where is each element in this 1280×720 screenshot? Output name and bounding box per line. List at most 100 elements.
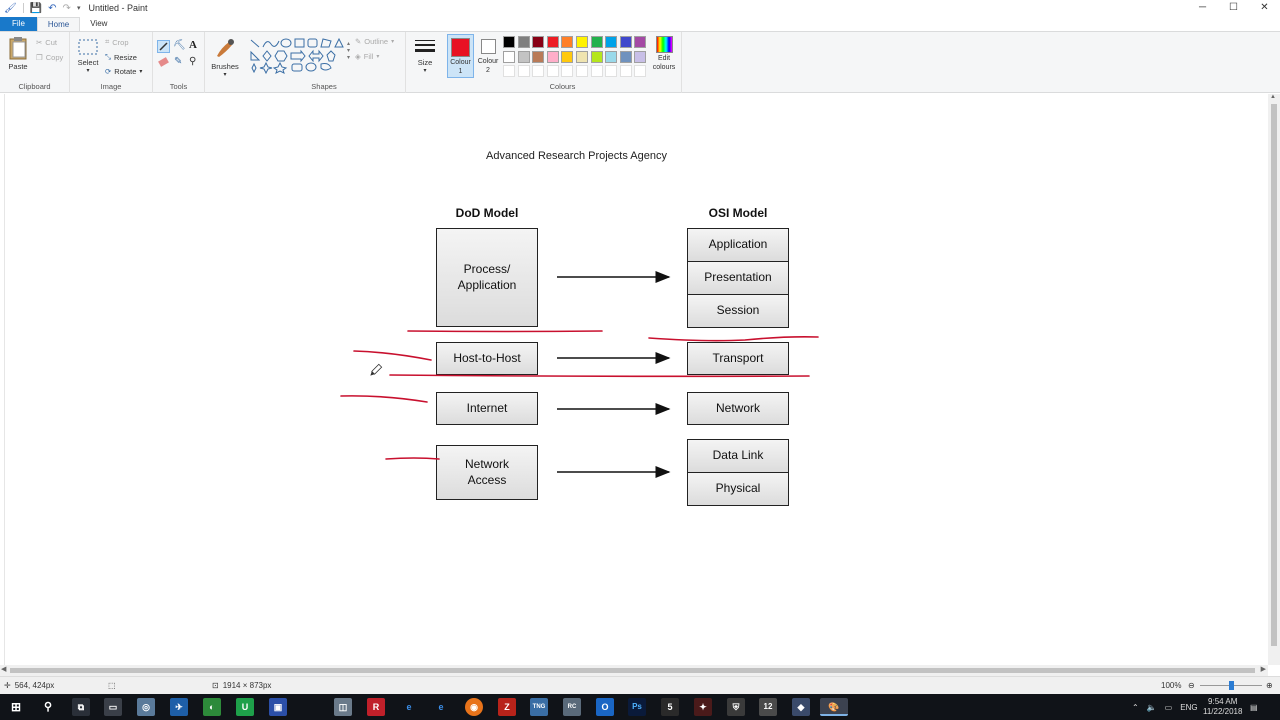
outline-button[interactable]: ✎ Outline ▾ [355, 37, 394, 46]
taskbar-app-icon[interactable]: ▭ [104, 698, 122, 716]
taskbar-app-icon[interactable]: ◐ [203, 698, 221, 716]
resize-button[interactable]: ⤡ Resize [105, 52, 137, 62]
custom-colour-slot[interactable] [619, 65, 632, 77]
clock[interactable]: 9:54 AM 11/22/2018 [1203, 694, 1242, 720]
custom-colour-slot[interactable] [576, 65, 588, 77]
network-icon[interactable]: ▭ [1165, 703, 1173, 712]
eraser-icon[interactable] [158, 57, 169, 67]
colour-swatch[interactable] [605, 50, 618, 63]
taskbar-app-icon[interactable]: ◆ [792, 698, 810, 716]
colour-swatch[interactable] [532, 50, 545, 63]
language-indicator[interactable]: ENG [1180, 703, 1197, 712]
maximize-button[interactable]: ☐ [1218, 0, 1249, 16]
colour-swatch[interactable] [634, 50, 647, 63]
rotate-button[interactable]: ⟳ Rotate ▾ [105, 67, 142, 76]
colour-swatch[interactable] [590, 36, 603, 48]
drawing-canvas[interactable]: Advanced Research Projects Agency DoD Mo… [4, 94, 1268, 665]
windows-start-icon[interactable]: ⊞ [7, 698, 25, 716]
taskbar-app-icon[interactable]: 12 [759, 698, 777, 716]
vertical-scrollbar[interactable]: ▲ [1268, 94, 1280, 665]
colour1-button[interactable]: Colour 1 [447, 34, 474, 78]
customize-qat-icon[interactable]: ▾ [77, 4, 81, 12]
volume-icon[interactable]: 🔈 [1147, 703, 1157, 712]
edge-browser-icon[interactable]: e [400, 698, 418, 716]
taskbar-app-icon[interactable]: ▣ [269, 698, 287, 716]
color-picker-icon[interactable]: ✎ [174, 56, 182, 67]
colour-swatch[interactable] [619, 36, 632, 48]
zoom-in-button[interactable]: ⊕ [1266, 681, 1273, 690]
text-tool-icon[interactable]: A [189, 39, 197, 51]
tab-file[interactable]: File [0, 17, 37, 31]
fill-bucket-icon[interactable]: ⛏ [173, 40, 186, 51]
cut-button[interactable]: ✂ Cut [36, 38, 57, 47]
paste-button[interactable]: Paste [4, 36, 32, 71]
custom-colour-slot[interactable] [634, 65, 647, 77]
colour-swatch[interactable] [561, 36, 574, 48]
custom-colour-slot[interactable] [503, 65, 515, 77]
close-button[interactable]: ✕ [1249, 0, 1280, 16]
taskbar-app-icon[interactable]: ⛨ [727, 698, 745, 716]
fill-button[interactable]: ◈ Fill ▾ [355, 52, 379, 61]
scroll-left-icon[interactable]: ◀ [1, 665, 6, 673]
notifications-icon[interactable]: ▤ [1250, 694, 1258, 720]
select-button[interactable]: Select ▾ [75, 38, 101, 74]
colour-swatch[interactable] [576, 36, 588, 48]
pencil-tool[interactable] [157, 40, 170, 53]
outlook-icon[interactable]: O [596, 698, 614, 716]
zoom-slider-thumb[interactable] [1229, 681, 1234, 690]
colour-swatch[interactable] [503, 36, 515, 48]
shapes-gallery-icon[interactable] [249, 38, 345, 74]
search-icon[interactable]: ⚲ [39, 698, 57, 716]
taskbar-app-icon[interactable]: ✈ [170, 698, 188, 716]
vertical-scroll-thumb[interactable] [1271, 104, 1277, 646]
taskbar-app-icon[interactable]: R [367, 698, 385, 716]
custom-colour-slot[interactable] [605, 65, 618, 77]
tab-view[interactable]: View [80, 17, 117, 31]
canvas-workspace[interactable]: Advanced Research Projects Agency DoD Mo… [0, 94, 1268, 665]
taskbar-app-icon[interactable]: ◎ [137, 698, 155, 716]
taskbar-app-icon[interactable]: TNG [530, 698, 548, 716]
scroll-right-icon[interactable]: ▶ [1261, 665, 1266, 673]
custom-colour-slot[interactable] [546, 65, 559, 77]
photoshop-icon[interactable]: Ps [628, 698, 646, 716]
taskbar-app-icon[interactable]: U [236, 698, 254, 716]
copy-button[interactable]: ❐ Copy [36, 53, 63, 62]
colour-swatch[interactable] [634, 36, 647, 48]
colour-swatch[interactable] [546, 50, 559, 63]
taskbar-app-icon[interactable]: 5 [661, 698, 679, 716]
colour-swatch[interactable] [517, 36, 530, 48]
colour-swatch[interactable] [503, 50, 515, 63]
taskbar-app-icon[interactable]: RC [563, 698, 581, 716]
colour-swatch[interactable] [590, 50, 603, 63]
undo-icon[interactable]: ↶ [48, 3, 56, 14]
colour-swatch[interactable] [561, 50, 574, 63]
edit-colours-button[interactable]: Edit colours [649, 34, 679, 72]
shapes-scroll-icon[interactable]: ▴ ▾ ▾ [347, 40, 350, 61]
paint-app-icon[interactable]: 🖌 [4, 3, 17, 14]
colour-swatch[interactable] [546, 36, 559, 48]
zoom-out-button[interactable]: ⊖ [1188, 681, 1195, 690]
colour-swatch[interactable] [605, 36, 618, 48]
custom-colour-slot[interactable] [561, 65, 574, 77]
tray-overflow-icon[interactable]: ⌃ [1132, 703, 1139, 712]
colour2-button[interactable]: Colour 2 [475, 34, 501, 78]
zoom-slider[interactable] [1200, 681, 1262, 690]
size-button[interactable]: Size ▾ [411, 38, 439, 74]
custom-colour-slot[interactable] [517, 65, 530, 77]
scroll-up-icon[interactable]: ▲ [1270, 94, 1276, 100]
horizontal-scroll-thumb[interactable] [10, 668, 1255, 673]
colour-swatch[interactable] [532, 36, 545, 48]
colour-swatch[interactable] [576, 50, 588, 63]
task-view-icon[interactable]: ⧉ [72, 698, 90, 716]
custom-colour-slot[interactable] [532, 65, 545, 77]
magnifier-icon[interactable]: ⚲ [189, 56, 196, 67]
save-icon[interactable]: 💾 [30, 3, 42, 14]
crop-button[interactable]: ⌗ Crop [105, 37, 129, 47]
redo-icon[interactable]: ↷ [63, 3, 71, 14]
custom-colour-slot[interactable] [590, 65, 603, 77]
filezilla-icon[interactable]: Z [498, 698, 516, 716]
tab-home[interactable]: Home [36, 17, 81, 31]
taskbar-app-icon[interactable]: ✦ [694, 698, 712, 716]
colour-swatch[interactable] [517, 50, 530, 63]
internet-explorer-icon[interactable]: e [432, 698, 450, 716]
